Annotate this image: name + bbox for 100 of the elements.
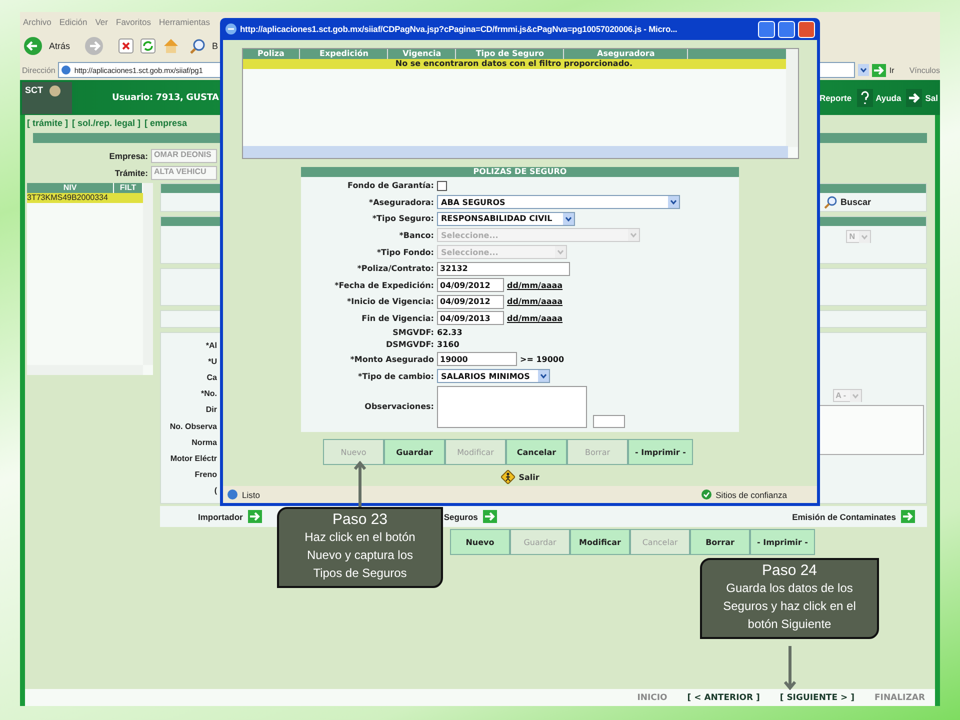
field-label: *Poliza/Contrato: <box>356 264 435 274</box>
emblem-icon <box>49 84 61 96</box>
exit-icon[interactable] <box>906 88 922 106</box>
logo: SCT <box>22 82 72 114</box>
action-button[interactable]: Modificar <box>570 529 630 555</box>
field-label: DSMGVDF: <box>385 340 435 350</box>
field-value: 62.33 <box>437 328 462 338</box>
help-icon[interactable] <box>856 88 873 106</box>
section-link[interactable]: Importador <box>198 512 243 522</box>
links-label[interactable]: Vínculos <box>909 66 940 74</box>
field-label: Trámite: <box>114 168 149 178</box>
refresh-icon[interactable] <box>140 38 156 54</box>
arrow-right-icon[interactable] <box>901 510 915 523</box>
walking-person-icon[interactable] <box>500 470 515 484</box>
header-link[interactable]: Reporte <box>819 92 852 102</box>
status-text: Listo <box>242 490 260 500</box>
arrow-right-icon[interactable] <box>248 510 262 523</box>
forward-icon[interactable] <box>84 36 104 56</box>
section-link[interactable]: Seguros <box>444 512 478 522</box>
date-format-link[interactable]: dd/mm/aaaa <box>507 314 563 323</box>
text-area[interactable] <box>437 386 587 428</box>
arrow-right-icon[interactable] <box>872 64 886 76</box>
nav-link[interactable]: [ < ANTERIOR ] <box>687 692 760 702</box>
field-label: *No. <box>201 389 217 398</box>
menu-item[interactable]: Herramientas <box>158 16 210 26</box>
field-label: Fondo de Garantía: <box>346 181 435 190</box>
text-area[interactable] <box>818 405 924 455</box>
field-label: *Inicio de Vigencia: <box>346 297 435 306</box>
search-icon[interactable] <box>190 38 206 54</box>
date-field[interactable]: 04/09/2013 <box>437 311 504 326</box>
nav-link[interactable]: [ empresa <box>144 118 188 128</box>
scrollbar[interactable] <box>786 49 798 147</box>
dropdown[interactable]: RESPONSABILIDAD CIVIL <box>437 212 575 226</box>
scrollbar[interactable] <box>242 146 788 158</box>
field-label: ( <box>214 486 217 496</box>
user-label: Usuario: 7913, GUSTA <box>112 92 219 102</box>
field-value: 3160 <box>437 340 460 350</box>
action-button[interactable]: Borrar <box>690 529 750 555</box>
scrollbar[interactable] <box>143 183 153 365</box>
pointer-arrow <box>354 461 366 507</box>
field-label: *Al <box>206 340 217 350</box>
menu-item[interactable]: Edición <box>59 16 88 26</box>
date-field[interactable]: 04/09/2012 <box>437 294 504 309</box>
field-label: *U <box>208 356 217 366</box>
search-link[interactable]: Buscar <box>840 197 871 207</box>
menu-item[interactable]: Ver <box>95 16 108 26</box>
search-label[interactable]: B <box>212 40 218 50</box>
action-button[interactable]: - Imprimir - <box>750 529 815 555</box>
field-label: *Tipo Fondo: <box>376 248 435 257</box>
checkbox[interactable] <box>437 180 447 190</box>
field-label: Freno <box>194 470 217 480</box>
field-label: *Tipo Seguro: <box>371 214 435 224</box>
address-label: Dirección <box>22 66 56 74</box>
arrow-right-icon[interactable] <box>482 510 497 523</box>
field-label: Motor Eléctr <box>170 454 217 463</box>
field-label: SMGVDF: <box>392 328 435 338</box>
field-label: Norma <box>192 438 217 447</box>
browser-icon <box>225 23 237 35</box>
window-title: http://aplicaciones1.sct.gob.mx/siiaf/CDPagNva.jsp?cPagina=CD/frmmi.js&cPagNva=pg10057020006.js - Micro... <box>240 24 678 34</box>
field-label: *Tipo de cambio: <box>357 372 435 381</box>
field-label: *Aseguradora: <box>368 198 435 207</box>
field-label: Ca <box>206 372 217 382</box>
dropdown[interactable]: ABA SEGUROS <box>437 195 680 210</box>
back-label[interactable]: Atrás <box>49 40 70 50</box>
field-label: *Banco: <box>398 230 435 240</box>
field-label: No. Observa <box>170 422 217 431</box>
empty-message: No se encontraron datos con el filtro proporcionado. <box>242 59 786 69</box>
maximize-button[interactable] <box>778 20 795 38</box>
home-icon[interactable] <box>162 36 180 54</box>
date-format-link[interactable]: dd/mm/aaaa <box>507 297 563 306</box>
list-row[interactable]: 3T73KMS49B2000334 <box>27 193 143 203</box>
close-button[interactable] <box>798 20 815 38</box>
check-icon <box>700 489 712 500</box>
exit-link[interactable]: Salir <box>518 472 540 482</box>
action-button[interactable]: Nuevo <box>450 529 510 555</box>
scrollbar[interactable] <box>27 365 143 375</box>
action-button[interactable]: - Imprimir - <box>628 439 693 466</box>
action-button[interactable]: Guardar <box>384 439 446 466</box>
field-label: *Fecha de Expedición: <box>334 280 435 290</box>
section-link[interactable]: Emisión de Contaminates <box>792 512 896 522</box>
header-link[interactable]: Ayuda <box>876 92 902 102</box>
header-link[interactable]: Sal <box>925 92 938 102</box>
input-field[interactable]: 32132 <box>437 262 570 276</box>
date-field[interactable]: 04/09/2012 <box>437 278 504 292</box>
dropdown[interactable]: SALARIOS MINIMOS <box>437 369 550 384</box>
search-icon[interactable] <box>824 196 838 208</box>
go-label[interactable]: Ir <box>889 66 894 74</box>
date-format-link[interactable]: dd/mm/aaaa <box>507 280 563 290</box>
input-field[interactable]: 19000 <box>437 352 517 366</box>
callout-text: Haz click en el botón Nuevo y captura los Tipos de Seguros <box>304 529 416 582</box>
back-icon[interactable] <box>23 36 43 56</box>
menu-item[interactable]: Archivo <box>23 16 52 26</box>
action-button[interactable]: Cancelar <box>506 439 568 466</box>
minimize-button[interactable] <box>758 20 775 38</box>
nav-link[interactable]: [ sol./rep. legal ] <box>72 118 141 128</box>
stop-icon[interactable] <box>118 38 134 54</box>
nav-link[interactable]: [ trámite ] <box>27 118 68 128</box>
menu-item[interactable]: Favoritos <box>116 16 151 26</box>
zone-text: Sitios de confianza <box>716 490 787 500</box>
nav-link[interactable]: [ SIGUIENTE > ] <box>780 692 854 702</box>
